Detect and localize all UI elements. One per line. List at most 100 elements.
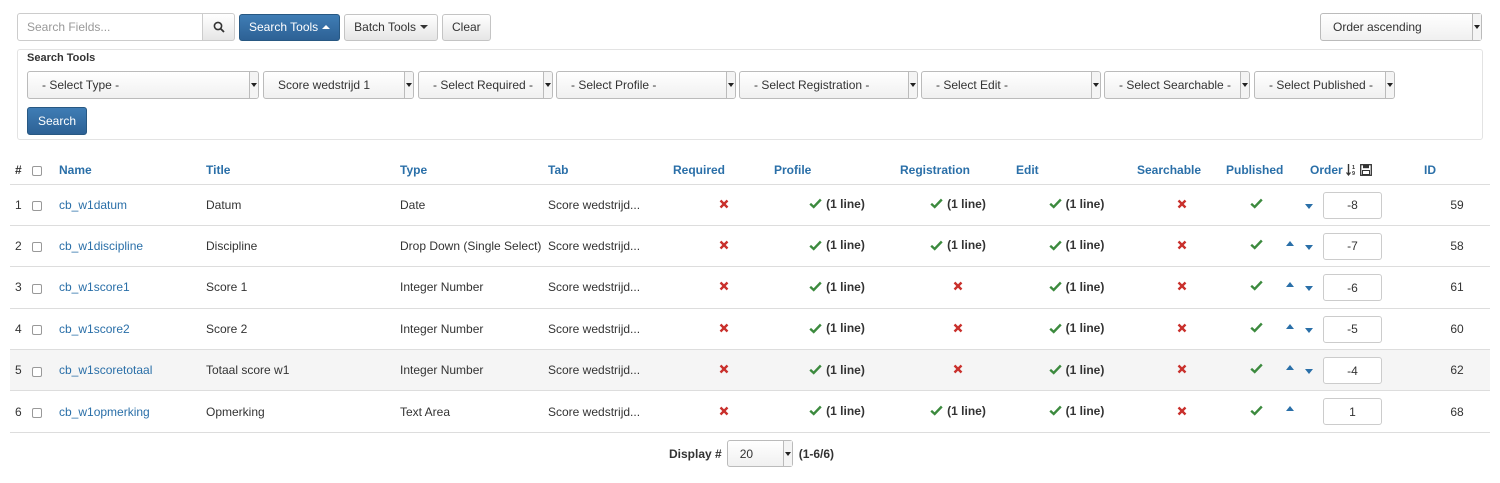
col-searchable[interactable]: Searchable	[1137, 156, 1226, 185]
move-down-icon[interactable]	[1305, 327, 1313, 333]
clear-button[interactable]: Clear	[441, 13, 491, 41]
row-number: 2	[10, 224, 32, 267]
searchable-toggle[interactable]	[1137, 307, 1226, 350]
order-input[interactable]	[1323, 315, 1382, 343]
order-input[interactable]	[1323, 191, 1382, 219]
search-button[interactable]: Search	[27, 107, 88, 135]
move-up-icon[interactable]	[1286, 365, 1294, 371]
field-name-link[interactable]: cb_w1scoretotaal	[59, 363, 152, 377]
move-down-icon[interactable]	[1305, 286, 1313, 292]
line-status[interactable]: (1 line)	[809, 321, 865, 335]
published-toggle[interactable]	[1226, 390, 1286, 433]
order-input[interactable]	[1323, 357, 1382, 385]
row-select	[32, 390, 59, 433]
searchable-toggle[interactable]	[1137, 224, 1226, 267]
col-name[interactable]: Name	[59, 156, 206, 185]
line-status[interactable]: (1 line)	[1049, 279, 1105, 294]
required-toggle[interactable]	[673, 349, 774, 391]
order-select[interactable]: Order ascending	[1320, 13, 1482, 41]
required-toggle[interactable]	[673, 183, 774, 226]
filter-registration[interactable]: - Select Registration -	[739, 71, 918, 99]
col-required[interactable]: Required	[673, 156, 774, 185]
move-up-icon[interactable]	[1286, 406, 1294, 412]
line-status[interactable]: (1 line)	[809, 197, 865, 211]
line-status[interactable]: (1 line)	[930, 404, 986, 418]
published-toggle[interactable]	[1226, 183, 1286, 226]
line-status-label: (1 line)	[1065, 279, 1105, 294]
line-status[interactable]: (1 line)	[1049, 197, 1104, 211]
line-status[interactable]: (1 line)	[809, 280, 865, 294]
line-status[interactable]: (1 line)	[1049, 363, 1104, 377]
col-title[interactable]: Title	[206, 156, 400, 185]
published-toggle[interactable]	[1226, 224, 1286, 267]
field-name-link[interactable]: cb_w1score1	[59, 280, 130, 294]
move-up-icon[interactable]	[1286, 282, 1294, 288]
filter-type[interactable]: - Select Type -	[27, 71, 259, 99]
line-status[interactable]: (1 line)	[809, 404, 865, 418]
col-published[interactable]: Published	[1226, 156, 1286, 185]
col-order[interactable]: Order 1 9	[1286, 156, 1424, 185]
order-cell	[1286, 266, 1424, 309]
required-toggle[interactable]	[673, 390, 774, 433]
move-down-icon[interactable]	[1305, 203, 1313, 209]
col-profile[interactable]: Profile	[774, 156, 900, 185]
row-checkbox[interactable]	[32, 283, 42, 294]
check-icon	[930, 406, 943, 417]
searchable-toggle[interactable]	[1137, 266, 1226, 309]
search-input[interactable]	[17, 13, 203, 41]
line-status[interactable]: (1 line)	[1049, 238, 1104, 252]
move-down-icon[interactable]	[1305, 244, 1313, 250]
published-toggle[interactable]	[1226, 266, 1286, 309]
col-edit-label: Edit	[1016, 162, 1039, 177]
line-status[interactable]: (1 line)	[930, 197, 986, 211]
required-toggle[interactable]	[673, 307, 774, 350]
sort-ascending-icon[interactable]: 1 9	[1346, 163, 1357, 177]
filter-profile[interactable]: - Select Profile -	[556, 71, 736, 99]
select-all-checkbox[interactable]	[32, 166, 42, 177]
searchable-toggle[interactable]	[1137, 183, 1226, 226]
line-status[interactable]: (1 line)	[930, 238, 986, 252]
order-input[interactable]	[1323, 398, 1382, 426]
col-type[interactable]: Type	[400, 156, 548, 185]
select-arrow-icon	[249, 72, 258, 98]
required-toggle[interactable]	[673, 224, 774, 267]
row-checkbox[interactable]	[32, 201, 42, 212]
row-checkbox[interactable]	[32, 242, 42, 253]
search-tools-button[interactable]: Search Tools	[239, 13, 341, 41]
published-toggle[interactable]	[1226, 349, 1286, 391]
save-icon[interactable]	[1360, 163, 1373, 176]
line-status[interactable]: (1 line)	[809, 238, 865, 252]
order-input[interactable]	[1323, 274, 1382, 302]
searchable-toggle[interactable]	[1137, 349, 1226, 391]
searchable-toggle[interactable]	[1137, 390, 1226, 433]
filter-edit[interactable]: - Select Edit -	[921, 71, 1101, 99]
required-toggle[interactable]	[673, 266, 774, 309]
filter-required[interactable]: - Select Required -	[418, 71, 553, 99]
field-name-link[interactable]: cb_w1opmerking	[59, 405, 150, 419]
filter-searchable[interactable]: - Select Searchable -	[1104, 71, 1250, 99]
col-tab[interactable]: Tab	[548, 156, 673, 185]
filter-published[interactable]: - Select Published -	[1254, 71, 1395, 99]
order-input[interactable]	[1323, 232, 1382, 260]
col-edit[interactable]: Edit	[1016, 156, 1137, 185]
field-name-link[interactable]: cb_w1datum	[59, 198, 127, 212]
move-up-icon[interactable]	[1286, 323, 1294, 329]
row-checkbox[interactable]	[32, 325, 42, 336]
line-status[interactable]: (1 line)	[1049, 321, 1104, 335]
filter-tab[interactable]: Score wedstrijd 1	[263, 71, 414, 99]
field-name-link[interactable]: cb_w1score2	[59, 322, 130, 336]
line-status[interactable]: (1 line)	[809, 363, 865, 377]
move-up-icon[interactable]	[1286, 240, 1294, 246]
published-toggle[interactable]	[1226, 307, 1286, 350]
field-name-link[interactable]: cb_w1discipline	[59, 239, 143, 253]
col-id[interactable]: ID	[1424, 156, 1490, 185]
search-button[interactable]	[203, 13, 235, 41]
row-checkbox[interactable]	[32, 366, 42, 377]
display-limit-select[interactable]: 20	[726, 440, 793, 467]
line-status[interactable]: (1 line)	[1049, 404, 1104, 418]
col-registration[interactable]: Registration	[900, 156, 1016, 185]
move-down-icon[interactable]	[1305, 369, 1313, 375]
row-checkbox[interactable]	[32, 407, 42, 418]
check-icon	[930, 199, 943, 210]
batch-tools-button[interactable]: Batch Tools	[344, 13, 438, 41]
